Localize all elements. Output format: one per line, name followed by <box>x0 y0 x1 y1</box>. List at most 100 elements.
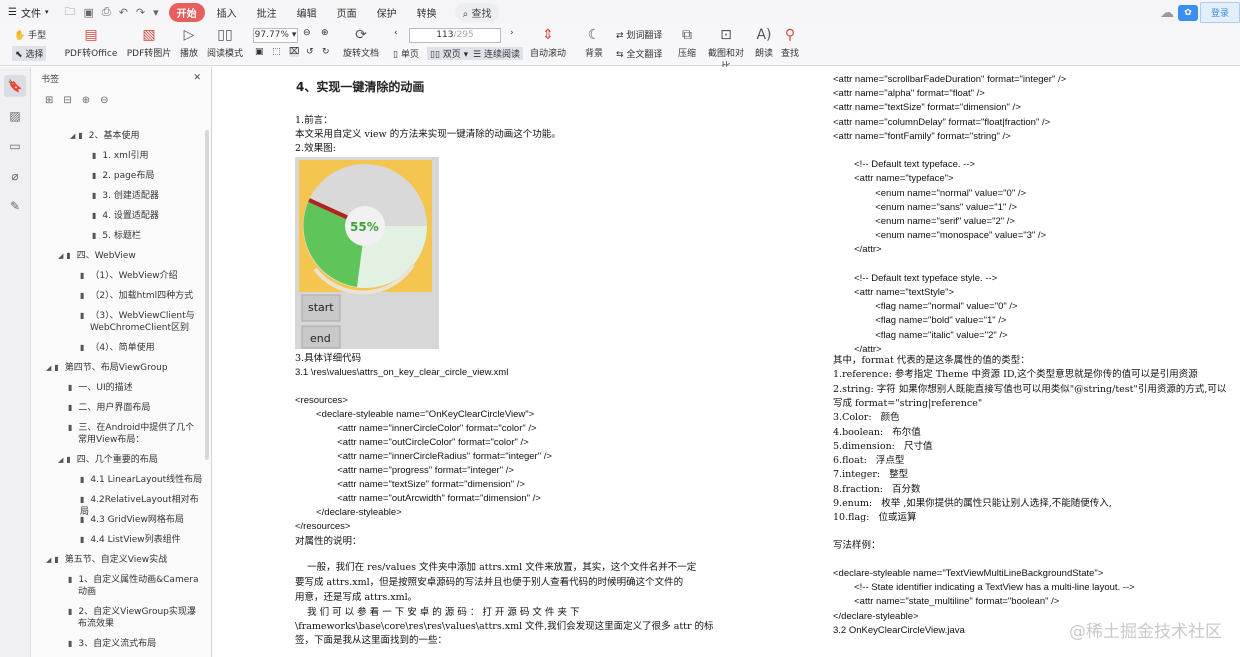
bookmark-panel-icon[interactable]: 🔖 <box>4 75 26 97</box>
bookmark-item[interactable]: ▮ 1. xml引用 <box>92 150 205 162</box>
save-icon[interactable]: ▣ <box>83 6 93 19</box>
file-menu[interactable]: ☰ 文件 ▾ <box>8 5 48 20</box>
collapse-all-icon[interactable]: ⊟ <box>63 95 71 106</box>
hand-tool[interactable]: ✋ 手型 <box>14 28 46 41</box>
background-button[interactable]: ☾ 背景 <box>580 26 608 59</box>
play-button[interactable]: ▷ 播放 <box>176 26 202 59</box>
compress-button[interactable]: ⧉ 压缩 <box>676 26 698 59</box>
bookmark-item[interactable]: ▮ 三、在Android中提供了几个 常用View布局： <box>68 422 205 446</box>
bookmark-item[interactable]: ▮ 4. 设置适配器 <box>92 210 205 222</box>
zoom-out-button[interactable]: ⊖ <box>303 28 311 38</box>
prev-page-button[interactable]: ‹ <box>394 28 398 38</box>
bookmark-item[interactable]: ▮ 1、自定义属性动画&Camera 动画 <box>68 574 205 598</box>
baidu-icon[interactable]: ✿ <box>1177 4 1198 21</box>
bookmark-label: 1、自定义属性动画&Camera <box>78 575 199 585</box>
bookmark-icon: ▮ <box>80 495 85 504</box>
tab-edit[interactable]: 编辑 <box>289 3 325 22</box>
double-page-button[interactable]: ▯▯ 双页 ▾ <box>427 47 472 60</box>
expand-all-icon[interactable]: ⊞ <box>45 95 53 106</box>
tab-start[interactable]: 开始 <box>168 2 205 22</box>
zoom-in-button[interactable]: ⊕ <box>321 28 329 38</box>
attachment-icon[interactable]: ⌀ <box>4 165 26 187</box>
para-line-2: 要写成 attrs.xml，但是按照安卓源码的写法并且也便于别人查看代码的时候明… <box>295 577 684 588</box>
tab-page[interactable]: 页面 <box>329 3 365 22</box>
read-mode-button[interactable]: ▯▯ 阅读模式 <box>206 26 244 59</box>
bookmark-item[interactable]: ▮ （4）、简单使用 <box>80 342 205 354</box>
page-number-field[interactable]: 113/295 <box>409 28 501 43</box>
read-aloud-button[interactable]: A) 朗读 <box>754 26 774 59</box>
text-line: </declare-styleable> <box>833 610 919 622</box>
bookmark-item[interactable]: ◢ ▮ 第四节、布局ViewGroup <box>46 362 205 374</box>
bookmark-item[interactable]: ▮ （2）、加载html四种方式 <box>80 290 205 302</box>
tab-convert[interactable]: 转换 <box>409 3 445 22</box>
bookmark-item[interactable]: ▮ 4.1 LinearLayout线性布局 <box>80 474 205 486</box>
text-line: <attr name="outCircleColor" format="colo… <box>295 437 529 448</box>
zoom-in-icon: ⊕ <box>321 28 329 38</box>
tab-protect[interactable]: 保护 <box>369 3 405 22</box>
actual-size-button[interactable]: ⌧ <box>289 47 300 57</box>
single-page-button[interactable]: ▯ 单页 <box>393 47 419 60</box>
comment-icon[interactable]: ▭ <box>4 135 26 157</box>
login-button[interactable]: 登录 <box>1199 2 1240 23</box>
bookmark-item[interactable]: ▮ 一、UI的描述 <box>68 382 205 394</box>
undo-icon[interactable]: ↶ <box>119 6 128 19</box>
watermark: @稀土掘金技术社区 <box>1069 622 1222 642</box>
screenshot-compare-button[interactable]: ⊡截图和对比 <box>704 26 748 72</box>
bookmark-item[interactable]: ◢ ▮ 第五节、自定义View实战 <box>46 554 205 566</box>
bookmark-icon[interactable]: ⊖ <box>100 95 108 106</box>
zoom-field[interactable]: 97.77% ▾ <box>253 28 298 43</box>
pdf-to-image-button[interactable]: ▧ PDF转图片 <box>126 26 172 59</box>
close-icon[interactable]: ✕ <box>193 73 201 83</box>
expand-triangle-icon[interactable]: ◢ <box>70 132 75 140</box>
rotate-doc-button[interactable]: ⟳ 旋转文档 <box>342 26 380 59</box>
translate-icon: ⇄ <box>616 31 627 41</box>
text-line: 写成 format="string|reference" <box>833 397 983 409</box>
bookmark-item[interactable]: ▮ 2. page布局 <box>92 170 205 182</box>
auto-scroll-button[interactable]: ⇕ 自动滚动 <box>528 26 568 59</box>
tab-insert[interactable]: 插入 <box>209 3 245 22</box>
bookmark-item[interactable]: ▮ 二、用户界面布局 <box>68 402 205 414</box>
bookmark-item[interactable]: ▮ 2、自定义ViewGroup实现瀑 布流效果 <box>68 606 205 630</box>
bookmark-item[interactable]: ▮ 4.3 GridView网格布局 <box>80 514 205 526</box>
add-bookmark-icon[interactable]: ⊕ <box>82 95 90 106</box>
search-button[interactable]: ⌕ 查找 <box>454 2 500 22</box>
bookmark-item[interactable]: ◢ ▮ 2、基本使用 <box>70 130 205 142</box>
fit-page-button[interactable]: ▣ <box>255 47 264 57</box>
text-line: <declare-styleable name="TextViewMultiLi… <box>833 568 1104 579</box>
panel-scrollbar[interactable] <box>205 130 209 460</box>
continuous-read-button[interactable]: ☰ 连续阅读 <box>470 47 523 60</box>
bookmark-icon: ▮ <box>78 131 83 140</box>
magnifier-icon: ⚲ <box>784 27 796 43</box>
bookmark-item[interactable]: ▮ （1）、WebView介绍 <box>80 270 205 282</box>
expand-triangle-icon[interactable]: ◢ <box>46 556 51 564</box>
rotate-left-button[interactable]: ↺ <box>306 47 314 57</box>
word-translate-button[interactable]: ⇄ 划词翻译 <box>616 28 662 41</box>
next-page-button[interactable]: › <box>510 28 514 38</box>
select-tool[interactable]: ⬉ 选择 <box>12 46 47 61</box>
bookmark-item[interactable]: ◢ ▮ 四、几个重要的布局 <box>58 454 205 466</box>
bookmark-item[interactable]: ▮ 3. 创建适配器 <box>92 190 205 202</box>
rotate-left-icon: ↺ <box>306 47 314 57</box>
expand-triangle-icon[interactable]: ◢ <box>58 456 63 464</box>
open-icon[interactable]: 🗀 <box>64 3 75 22</box>
thumbnail-icon[interactable]: ▨ <box>4 105 26 127</box>
bookmark-item[interactable]: ▮ 3、自定义流式布局 <box>68 638 205 650</box>
redo-icon[interactable]: ↷ <box>136 6 145 19</box>
print-icon[interactable]: ⎙ <box>102 5 111 19</box>
bookmark-label: （4）、简单使用 <box>90 343 155 353</box>
find-button[interactable]: ⚲ 查找 <box>780 26 800 59</box>
signature-icon[interactable]: ✎ <box>4 195 26 217</box>
more-icon[interactable]: ▾ <box>153 6 159 19</box>
fit-width-button[interactable]: ⬚ <box>272 47 281 57</box>
expand-triangle-icon[interactable]: ◢ <box>46 364 51 372</box>
bookmark-item[interactable]: ▮ （3）、WebViewClient与 WebChromeClient区别 <box>80 310 205 334</box>
bookmark-item[interactable]: ▮ 4.4 ListView列表组件 <box>80 534 205 546</box>
full-translate-button[interactable]: ⇆ 全文翻译 <box>616 47 662 60</box>
bookmark-item[interactable]: ▮ 5. 标题栏 <box>92 230 205 242</box>
bookmark-item[interactable]: ◢ ▮ 四、WebView <box>58 250 205 262</box>
cloud-icon[interactable]: ☁ <box>1160 5 1174 21</box>
rotate-right-button[interactable]: ↻ <box>322 47 330 57</box>
pdf-to-office-button[interactable]: ▤ PDF转Office <box>62 26 120 59</box>
tab-comment[interactable]: 批注 <box>249 3 285 22</box>
expand-triangle-icon[interactable]: ◢ <box>58 252 63 260</box>
